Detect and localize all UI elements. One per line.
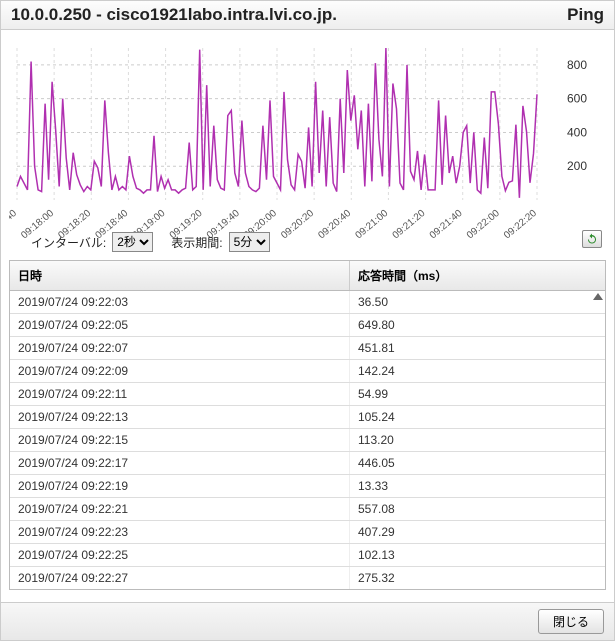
- cell-response: 446.05: [350, 452, 605, 474]
- table-row[interactable]: 2019/07/24 09:22:27275.32: [10, 567, 605, 589]
- svg-text:400: 400: [567, 125, 587, 139]
- ping-window: 10.0.0.250 - cisco1921labo.intra.lvi.co.…: [0, 0, 615, 641]
- period-label: 表示期間:: [171, 234, 222, 251]
- cell-response: 102.13: [350, 544, 605, 566]
- window-title: 10.0.0.250 - cisco1921labo.intra.lvi.co.…: [11, 5, 337, 25]
- cell-datetime: 2019/07/24 09:22:21: [10, 498, 350, 520]
- tool-name: Ping: [567, 5, 604, 25]
- table-row[interactable]: 2019/07/24 09:22:23407.29: [10, 521, 605, 544]
- cell-datetime: 2019/07/24 09:22:03: [10, 291, 350, 313]
- chart-area: 20040060080009:17:4009:18:0009:18:2009:1…: [1, 30, 614, 230]
- cell-datetime: 2019/07/24 09:22:07: [10, 337, 350, 359]
- cell-response: 13.33: [350, 475, 605, 497]
- cell-datetime: 2019/07/24 09:22:05: [10, 314, 350, 336]
- table-row[interactable]: 2019/07/24 09:22:21557.08: [10, 498, 605, 521]
- svg-text:800: 800: [567, 58, 587, 72]
- controls-bar: インターバル: 2秒 表示期間: 5分: [1, 230, 614, 260]
- cell-response: 113.20: [350, 429, 605, 451]
- table-row[interactable]: 2019/07/24 09:22:07451.81: [10, 337, 605, 360]
- table-header: 日時 応答時間（ms）: [10, 261, 605, 291]
- cell-response: 36.50: [350, 291, 605, 313]
- titlebar: 10.0.0.250 - cisco1921labo.intra.lvi.co.…: [1, 1, 614, 30]
- cell-response: 451.81: [350, 337, 605, 359]
- cell-response: 54.99: [350, 383, 605, 405]
- ping-chart: 20040060080009:17:4009:18:0009:18:2009:1…: [9, 40, 607, 240]
- cell-datetime: 2019/07/24 09:22:27: [10, 567, 350, 589]
- table-row[interactable]: 2019/07/24 09:22:1913.33: [10, 475, 605, 498]
- cell-datetime: 2019/07/24 09:22:25: [10, 544, 350, 566]
- close-button[interactable]: 閉じる: [538, 609, 604, 634]
- cell-datetime: 2019/07/24 09:22:23: [10, 521, 350, 543]
- cell-datetime: 2019/07/24 09:22:15: [10, 429, 350, 451]
- table-row[interactable]: 2019/07/24 09:22:0336.50: [10, 291, 605, 314]
- cell-datetime: 2019/07/24 09:22:09: [10, 360, 350, 382]
- cell-response: 407.29: [350, 521, 605, 543]
- response-table: 日時 応答時間（ms） 2019/07/24 09:22:0336.502019…: [9, 260, 606, 590]
- refresh-button[interactable]: [582, 230, 602, 248]
- cell-datetime: 2019/07/24 09:22:19: [10, 475, 350, 497]
- table-row[interactable]: 2019/07/24 09:22:25102.13: [10, 544, 605, 567]
- cell-response: 649.80: [350, 314, 605, 336]
- refresh-icon: [586, 233, 598, 245]
- table-row[interactable]: 2019/07/24 09:22:13105.24: [10, 406, 605, 429]
- cell-datetime: 2019/07/24 09:22:13: [10, 406, 350, 428]
- scroll-up-icon[interactable]: [593, 293, 603, 300]
- interval-select[interactable]: 2秒: [112, 232, 153, 252]
- cell-datetime: 2019/07/24 09:22:11: [10, 383, 350, 405]
- cell-datetime: 2019/07/24 09:22:17: [10, 452, 350, 474]
- table-row[interactable]: 2019/07/24 09:22:1154.99: [10, 383, 605, 406]
- table-row[interactable]: 2019/07/24 09:22:05649.80: [10, 314, 605, 337]
- table-row[interactable]: 2019/07/24 09:22:09142.24: [10, 360, 605, 383]
- cell-response: 142.24: [350, 360, 605, 382]
- col-response[interactable]: 応答時間（ms）: [350, 261, 605, 290]
- period-select[interactable]: 5分: [229, 232, 270, 252]
- svg-text:600: 600: [567, 92, 587, 106]
- table-body[interactable]: 2019/07/24 09:22:0336.502019/07/24 09:22…: [10, 291, 605, 589]
- cell-response: 275.32: [350, 567, 605, 589]
- footer: 閉じる: [1, 602, 614, 640]
- col-datetime[interactable]: 日時: [10, 261, 350, 290]
- interval-label: インターバル:: [31, 234, 106, 251]
- table-row[interactable]: 2019/07/24 09:22:15113.20: [10, 429, 605, 452]
- cell-response: 105.24: [350, 406, 605, 428]
- svg-text:200: 200: [567, 159, 587, 173]
- cell-response: 557.08: [350, 498, 605, 520]
- table-row[interactable]: 2019/07/24 09:22:17446.05: [10, 452, 605, 475]
